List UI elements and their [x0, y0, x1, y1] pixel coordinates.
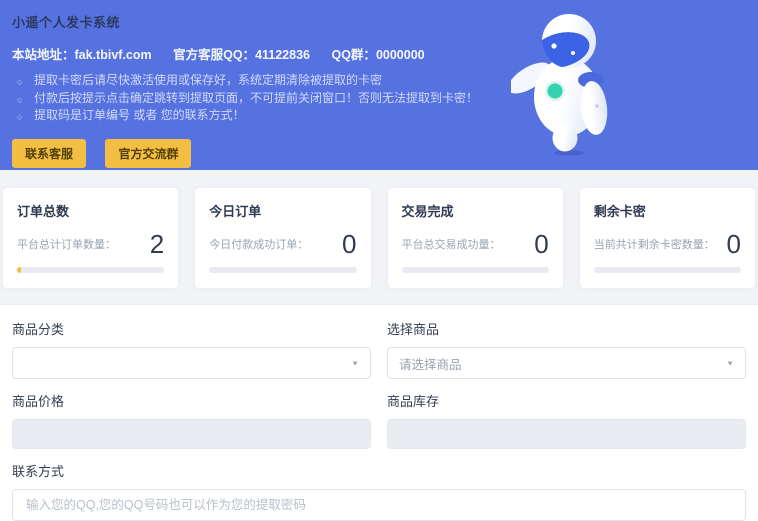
stock-label: 商品库存 — [387, 391, 746, 410]
stat-card-remaining-cards: 剩余卡密 当前共计剩余卡密数量： 0 — [580, 188, 755, 288]
site-info-line: 本站地址：fak.tbivf.com 官方客服QQ：41122836 QQ群：0… — [12, 44, 746, 63]
product-label: 选择商品 — [387, 319, 746, 338]
product-field-group: 选择商品 请选择商品 ▼ — [387, 307, 746, 379]
price-field-group: 商品价格 — [12, 379, 371, 449]
stat-card-completed-trades: 交易完成 平台总交易成功量： 0 — [388, 188, 563, 288]
stat-progress-bar — [594, 267, 741, 273]
stat-title: 交易完成 — [402, 201, 549, 220]
purchase-form: 商品分类 ▼ 选择商品 请选择商品 ▼ 商品价格 商品库存 联系方式 — [0, 304, 758, 521]
notice-list: 提取卡密后请尽快激活使用或保存好，系统定期清除被提取的卡密 付款后按提示点击确定… — [12, 72, 746, 125]
hero-banner: 小遥个人发卡系统 本站地址：fak.tbivf.com 官方客服QQ：41122… — [0, 0, 758, 170]
site-address: 本站地址：fak.tbivf.com — [12, 48, 152, 62]
chevron-down-icon: ▼ — [351, 359, 359, 367]
contact-service-button[interactable]: 联系客服 — [12, 139, 86, 168]
stats-row: 订单总数 平台总计订单数量： 2 今日订单 今日付款成功订单： 0 交易完成 平… — [0, 170, 758, 304]
category-select[interactable]: ▼ — [12, 347, 371, 379]
service-qq: 官方客服QQ：41122836 — [173, 48, 310, 62]
qq-group: QQ群：0000000 — [331, 48, 424, 62]
product-selected-value: 请选择商品 — [399, 354, 462, 373]
stat-title: 今日订单 — [209, 201, 356, 220]
hero-buttons: 联系客服 官方交流群 — [12, 139, 746, 168]
stat-value: 0 — [342, 231, 356, 257]
product-select[interactable]: 请选择商品 ▼ — [387, 347, 746, 379]
price-label: 商品价格 — [12, 391, 371, 410]
page-title: 小遥个人发卡系统 — [12, 12, 746, 31]
contact-label: 联系方式 — [12, 461, 746, 480]
category-label: 商品分类 — [12, 319, 371, 338]
stock-display-field — [387, 419, 746, 449]
stat-progress-bar — [17, 267, 164, 273]
stat-progress-bar — [209, 267, 356, 273]
stat-value: 2 — [150, 231, 164, 257]
stat-label: 当前共计剩余卡密数量： — [594, 236, 715, 252]
stat-title: 订单总数 — [17, 201, 164, 220]
stat-label: 平台总交易成功量： — [402, 236, 501, 252]
contact-input[interactable] — [12, 489, 746, 521]
stat-value: 0 — [727, 231, 741, 257]
robot-mascot-icon — [511, 5, 617, 157]
price-display-field — [12, 419, 371, 449]
official-group-button[interactable]: 官方交流群 — [105, 139, 191, 168]
contact-field-group: 联系方式 — [12, 461, 746, 521]
stat-card-today-orders: 今日订单 今日付款成功订单： 0 — [195, 188, 370, 288]
stat-value: 0 — [534, 231, 548, 257]
stat-progress-bar — [402, 267, 549, 273]
stat-label: 今日付款成功订单： — [209, 236, 308, 252]
notice-item: 提取卡密后请尽快激活使用或保存好，系统定期清除被提取的卡密 — [12, 72, 746, 90]
category-field-group: 商品分类 ▼ — [12, 307, 371, 379]
chevron-down-icon: ▼ — [726, 359, 734, 367]
stat-label: 平台总计订单数量： — [17, 236, 116, 252]
stat-title: 剩余卡密 — [594, 201, 741, 220]
stat-progress-fill — [17, 267, 21, 273]
notice-item: 提取码是订单编号 或者 您的联系方式！ — [12, 107, 746, 125]
stat-card-total-orders: 订单总数 平台总计订单数量： 2 — [3, 188, 178, 288]
stock-field-group: 商品库存 — [387, 379, 746, 449]
notice-item: 付款后按提示点击确定跳转到提取页面，不可提前关闭窗口！否则无法提取到卡密！ — [12, 90, 746, 108]
